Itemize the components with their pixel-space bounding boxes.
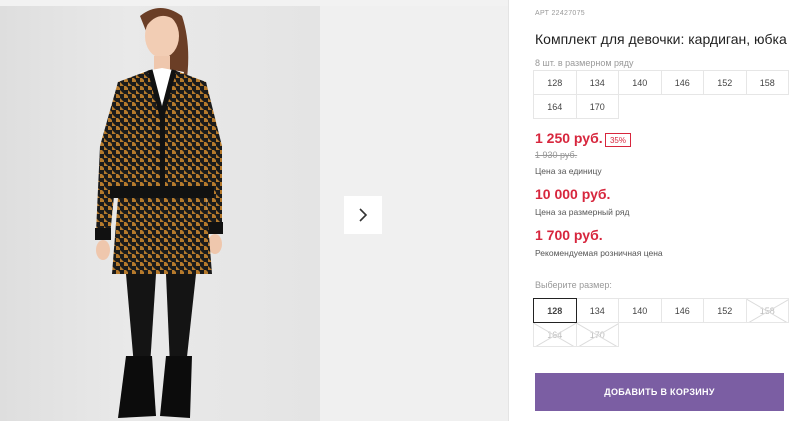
size-option-selected[interactable]: 128 (533, 298, 577, 323)
pack-size-grid: 128 134 140 146 152 158 164 170 (533, 70, 789, 119)
pack-size-cell: 140 (618, 70, 662, 95)
add-to-cart-button[interactable]: ДОБАВИТЬ В КОРЗИНУ (535, 373, 784, 411)
size-option[interactable]: 146 (660, 298, 704, 323)
pack-size-cell: 146 (660, 70, 704, 95)
article-number: АРТ 22427075 (535, 10, 585, 17)
pack-size-cell: 158 (745, 70, 789, 95)
pack-size-cell: 134 (575, 70, 619, 95)
size-option-unavailable: 158 (745, 298, 789, 323)
product-gallery (0, 0, 508, 421)
product-photo-image (95, 8, 223, 418)
unit-price-label: Цена за единицу (535, 166, 602, 176)
old-price: 1 930 руб. (535, 150, 578, 160)
size-picker: 128 134 140 146 152 158 164 170 (533, 298, 789, 347)
pack-size-cell: 170 (575, 94, 619, 119)
size-picker-label: Выберите размер: (535, 280, 612, 290)
product-title: Комплект для девочки: кардиган, юбка (535, 31, 787, 47)
size-option[interactable]: 134 (575, 298, 619, 323)
row-price: 10 000 руб. (535, 186, 611, 202)
pack-size-cell: 164 (533, 94, 577, 119)
size-option[interactable]: 140 (618, 298, 662, 323)
chevron-right-icon (359, 208, 368, 222)
size-option-unavailable: 164 (533, 322, 577, 347)
pack-size-cell: 128 (533, 70, 577, 95)
gallery-next-button[interactable] (344, 196, 382, 234)
discount-badge: 35% (605, 133, 631, 147)
size-option[interactable]: 152 (703, 298, 747, 323)
unit-price: 1 250 руб. (535, 130, 603, 146)
retail-price-label: Рекомендуемая розничная цена (535, 248, 663, 258)
size-option-unavailable: 170 (575, 322, 619, 347)
pack-size-note: 8 шт. в размерном ряду (535, 58, 634, 68)
product-photo[interactable] (0, 6, 320, 421)
panel-divider (508, 0, 509, 421)
retail-price: 1 700 руб. (535, 227, 603, 243)
pack-size-cell: 152 (703, 70, 747, 95)
row-price-label: Цена за размерный ряд (535, 207, 630, 217)
